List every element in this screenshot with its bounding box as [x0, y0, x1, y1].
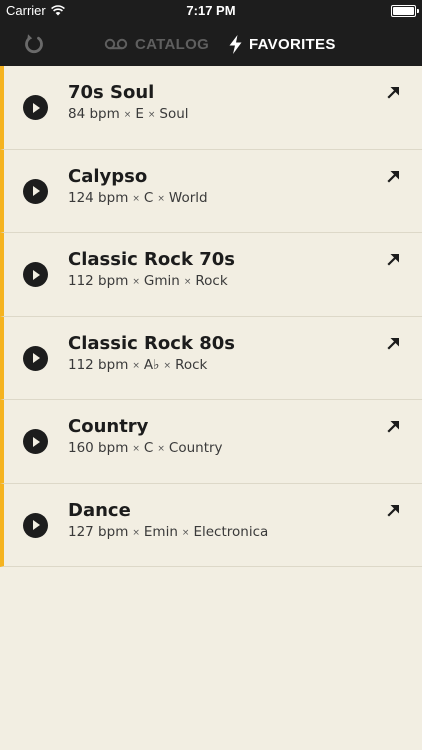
favorite-row-1[interactable]: 70s Soul 84 bpm × E × Soul [0, 66, 422, 150]
favorite-genre: Electronica [193, 523, 269, 540]
play-icon[interactable] [23, 512, 48, 538]
play-icon[interactable] [23, 95, 48, 120]
favorite-key: Gmin [143, 273, 180, 289]
play-icon[interactable] [23, 429, 48, 454]
favorite-key: A♭ [143, 356, 160, 373]
favorite-meta: 112 bpm × A♭ × Rock [68, 357, 207, 373]
favorite-key: C [143, 440, 154, 456]
meta-separator: × [147, 110, 156, 120]
favorite-title: 70s Soul [68, 82, 155, 103]
favorite-bpm: 84 bpm [68, 106, 120, 122]
tab-bar: CATALOG FAVORITES [104, 22, 336, 66]
meta-separator: × [163, 360, 172, 371]
tab-favorites-label: FAVORITES [249, 35, 336, 53]
favorites-list: 70s Soul 84 bpm × E × Soul Calypso 124 bpm × C… [0, 66, 422, 567]
lightning-icon [229, 34, 242, 54]
meta-separator: × [132, 444, 140, 454]
battery-fill [393, 7, 414, 15]
tape-icon [104, 38, 128, 50]
favorite-meta: 127 bpm × Emin × Electronica [68, 524, 268, 540]
nav-bar: CATALOG FAVORITES [0, 22, 422, 66]
meta-separator: × [132, 527, 140, 538]
meta-separator: × [132, 277, 140, 287]
meta-separator: × [181, 527, 190, 538]
favorite-genre: Rock [175, 356, 208, 373]
favorite-key: C [143, 189, 154, 206]
favorite-meta: 84 bpm × E × Soul [68, 106, 189, 122]
favorite-title: Country [68, 416, 149, 437]
play-icon[interactable] [23, 178, 48, 204]
arrow-up-right-icon[interactable] [387, 170, 400, 183]
favorite-genre: Soul [159, 106, 189, 122]
favorite-row-5[interactable]: Country 160 bpm × C × Country [0, 400, 422, 484]
meta-separator: × [183, 277, 192, 287]
play-icon[interactable] [23, 262, 48, 287]
favorite-title: Classic Rock 70s [68, 249, 235, 270]
favorite-bpm: 112 bpm [68, 356, 129, 373]
favorite-bpm: 124 bpm [68, 189, 129, 206]
meta-separator: × [132, 193, 140, 204]
favorite-meta: 124 bpm × C × World [68, 190, 208, 206]
favorite-bpm: 127 bpm [68, 523, 129, 540]
favorite-bpm: 160 bpm [68, 440, 129, 456]
tab-catalog-label: CATALOG [135, 35, 210, 53]
favorite-row-6[interactable]: Dance 127 bpm × Emin × Electronica [0, 483, 422, 567]
battery-icon [391, 5, 419, 17]
arrow-up-right-icon[interactable] [387, 420, 400, 433]
arrow-up-right-icon[interactable] [387, 337, 400, 350]
favorite-row-4[interactable]: Classic Rock 80s 112 bpm × A♭ × Rock [0, 316, 422, 400]
favorite-row-3[interactable]: Classic Rock 70s 112 bpm × Gmin × Rock [0, 233, 422, 317]
meta-separator: × [132, 360, 140, 371]
favorite-title: Calypso [68, 165, 148, 187]
arrow-up-right-icon[interactable] [387, 504, 400, 517]
meta-separator: × [157, 193, 165, 204]
favorite-meta: 160 bpm × C × Country [68, 440, 223, 456]
favorite-key: Emin [143, 523, 178, 540]
favorite-row-2[interactable]: Calypso 124 bpm × C × World [0, 149, 422, 233]
status-time: 7:17 PM [186, 3, 236, 18]
favorite-genre: Rock [195, 273, 228, 289]
arrow-up-right-icon[interactable] [387, 86, 400, 99]
meta-separator: × [123, 110, 132, 120]
favorite-genre: World [168, 189, 208, 206]
favorite-title: Classic Rock 80s [68, 332, 235, 354]
favorite-key: E [135, 106, 144, 122]
favorite-genre: Country [168, 440, 223, 456]
favorite-title: Dance [68, 499, 131, 521]
status-bar: Carrier 7:17 PM [0, 0, 422, 22]
tab-favorites[interactable]: FAVORITES [229, 34, 336, 54]
favorite-bpm: 112 bpm [68, 273, 129, 289]
favorite-meta: 112 bpm × Gmin × Rock [68, 273, 228, 289]
refresh-icon[interactable] [22, 32, 46, 56]
play-icon[interactable] [23, 345, 48, 371]
meta-separator: × [157, 444, 165, 454]
tab-catalog[interactable]: CATALOG [104, 36, 209, 53]
arrow-up-right-icon[interactable] [387, 253, 400, 266]
